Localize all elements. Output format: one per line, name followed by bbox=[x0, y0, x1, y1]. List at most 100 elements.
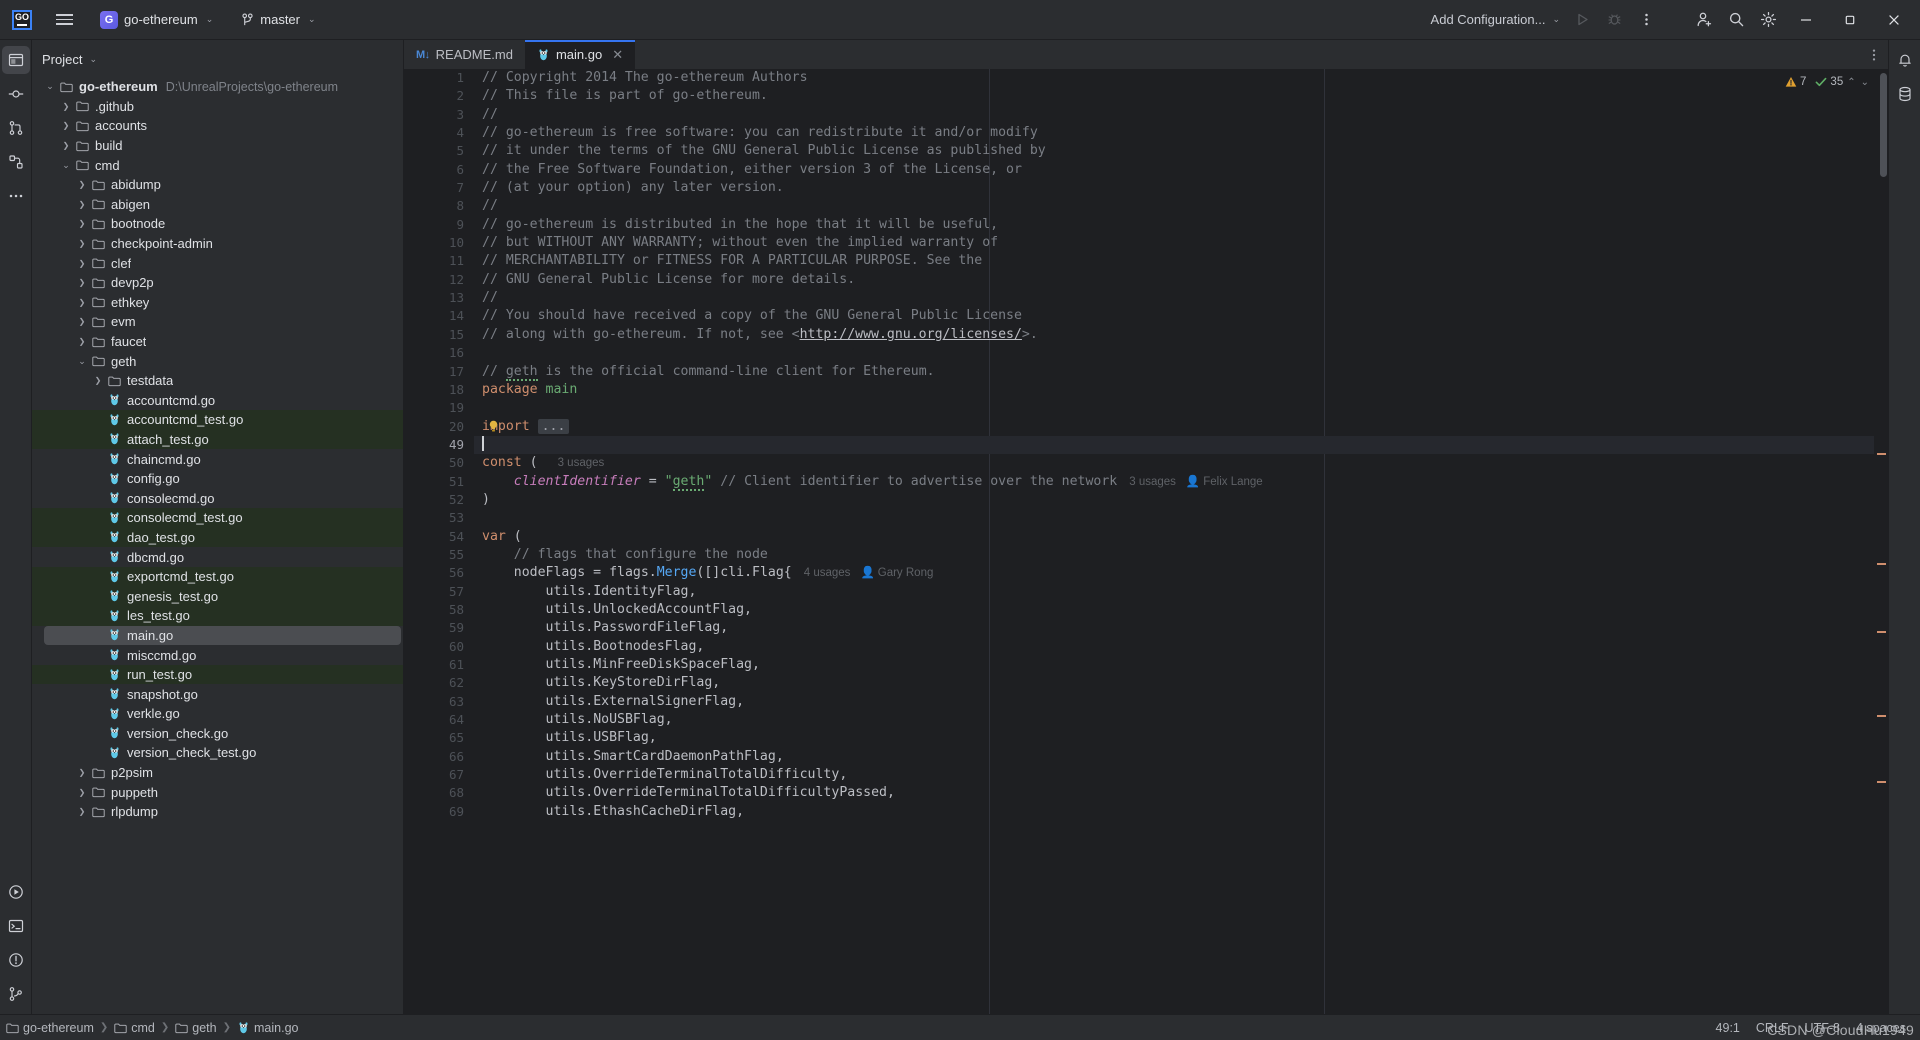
tree-file-row[interactable]: exportcmd_test.go bbox=[32, 566, 403, 587]
line-number[interactable]: 16 bbox=[416, 344, 474, 362]
breadcrumb-item[interactable]: geth bbox=[175, 1021, 217, 1035]
chevron-right-icon[interactable]: ❯ bbox=[74, 298, 90, 307]
prev-problem-icon[interactable]: ⌃ bbox=[1846, 77, 1856, 88]
tree-file-row[interactable]: version_check_test.go bbox=[32, 743, 403, 763]
tree-file-row[interactable]: consolecmd_test.go bbox=[32, 508, 403, 528]
tree-folder-row[interactable]: ⌄ go-ethereum D:\UnrealProjects\go-ethereu… bbox=[32, 77, 403, 97]
minimize-window-button[interactable] bbox=[1784, 1, 1828, 39]
tree-folder-row[interactable]: ❯ ethkey bbox=[32, 293, 403, 313]
line-number[interactable]: 58 bbox=[416, 601, 474, 619]
code-line[interactable]: utils.EthashCacheDirFlag, bbox=[474, 803, 1874, 821]
chevron-right-icon[interactable]: ❯ bbox=[74, 239, 90, 248]
chevron-right-icon[interactable]: ❯ bbox=[74, 768, 90, 777]
code-line[interactable]: // along with go-ethereum. If not, see <… bbox=[474, 326, 1874, 344]
warnings-count[interactable]: 7 bbox=[1785, 76, 1806, 88]
chevron-down-icon[interactable]: ⌄ bbox=[58, 160, 74, 171]
chevron-right-icon[interactable]: ❯ bbox=[58, 121, 74, 130]
editor-code[interactable]: // Copyright 2014 The go-ethereum Author… bbox=[474, 69, 1874, 1014]
folded-code-placeholder[interactable]: ... bbox=[537, 418, 570, 434]
line-number[interactable]: 65 bbox=[416, 729, 474, 747]
code-line[interactable]: var ( bbox=[474, 528, 1874, 546]
line-number[interactable]: 10 bbox=[416, 234, 474, 252]
line-number[interactable]: 2 bbox=[416, 87, 474, 105]
tab-options-icon[interactable] bbox=[1860, 40, 1888, 69]
line-number[interactable]: 56 bbox=[416, 564, 474, 582]
line-number[interactable]: 50 bbox=[416, 454, 474, 472]
line-number[interactable]: 12 bbox=[416, 271, 474, 289]
caret-position-label[interactable]: 49:1 bbox=[1708, 1021, 1748, 1035]
author-inlay-hint[interactable]: 👤 Felix Lange bbox=[1186, 476, 1263, 488]
tree-folder-row[interactable]: ❯ abigen bbox=[32, 195, 403, 215]
run-icon[interactable] bbox=[1567, 5, 1597, 35]
code-line[interactable]: // go-ethereum is free software: you can… bbox=[474, 124, 1874, 142]
sidebar-item-notifications[interactable] bbox=[1891, 46, 1919, 74]
code-line[interactable]: utils.IdentityFlag, bbox=[474, 583, 1874, 601]
tree-file-row[interactable]: chaincmd.go bbox=[32, 449, 403, 469]
tree-file-row[interactable]: version_check.go bbox=[32, 724, 403, 744]
editor-line-numbers[interactable]: 1234567891011121314151617181920❯49505152… bbox=[416, 69, 486, 1014]
line-number[interactable]: 51 bbox=[416, 473, 474, 491]
line-number[interactable]: 69 bbox=[416, 803, 474, 821]
line-number[interactable]: 20❯ bbox=[416, 418, 486, 436]
line-number[interactable]: 64 bbox=[416, 711, 474, 729]
code-line[interactable]: utils.SmartCardDaemonPathFlag, bbox=[474, 748, 1874, 766]
code-line[interactable]: // flags that configure the node bbox=[474, 546, 1874, 564]
tree-file-row[interactable]: misccmd.go bbox=[32, 645, 403, 665]
chevron-right-icon[interactable]: ❯ bbox=[58, 102, 74, 111]
chevron-right-icon[interactable]: ❯ bbox=[90, 376, 106, 385]
editor-scroll-thumb[interactable] bbox=[1880, 73, 1887, 177]
sidebar-item-git[interactable] bbox=[2, 980, 30, 1008]
line-number[interactable]: 61 bbox=[416, 656, 474, 674]
code-line[interactable]: // This file is part of go-ethereum. bbox=[474, 87, 1874, 105]
project-panel-header[interactable]: Project ⌄ bbox=[32, 45, 403, 73]
editor-marker-bar[interactable] bbox=[1874, 69, 1888, 1014]
chevron-right-icon[interactable]: ❯ bbox=[74, 200, 90, 209]
line-number[interactable]: 14 bbox=[416, 307, 474, 325]
code-line[interactable] bbox=[474, 435, 1874, 455]
close-window-button[interactable] bbox=[1872, 1, 1916, 39]
chevron-down-icon[interactable]: ⌄ bbox=[42, 81, 58, 92]
chevron-right-icon[interactable]: ❯ bbox=[74, 278, 90, 287]
breadcrumb-item[interactable]: go-ethereum bbox=[6, 1021, 94, 1035]
author-inlay-hint[interactable]: 👤 Gary Rong bbox=[860, 567, 933, 579]
tree-folder-row[interactable]: ❯ clef bbox=[32, 253, 403, 273]
chevron-down-icon[interactable]: ⌄ bbox=[74, 356, 90, 367]
code-line[interactable] bbox=[474, 399, 1874, 417]
code-line[interactable]: // bbox=[474, 289, 1874, 307]
line-number[interactable]: 55 bbox=[416, 546, 474, 564]
tree-file-row[interactable]: dao_test.go bbox=[32, 527, 403, 548]
line-number[interactable]: 59 bbox=[416, 619, 474, 637]
chevron-right-icon[interactable]: ❯ bbox=[74, 317, 90, 326]
code-line[interactable]: // go-ethereum is distributed in the hop… bbox=[474, 216, 1874, 234]
search-icon[interactable] bbox=[1721, 5, 1751, 35]
code-line[interactable]: utils.MinFreeDiskSpaceFlag, bbox=[474, 656, 1874, 674]
tree-folder-row[interactable]: ⌄ cmd bbox=[32, 155, 403, 175]
editor-marker[interactable] bbox=[1877, 563, 1886, 565]
ok-count[interactable]: 35 bbox=[1815, 76, 1843, 88]
more-vertical-icon[interactable] bbox=[1631, 5, 1661, 35]
tree-file-row[interactable]: genesis_test.go bbox=[32, 586, 403, 607]
chevron-right-icon[interactable]: ❯ bbox=[74, 337, 90, 346]
code-line[interactable]: import ... bbox=[474, 418, 1874, 436]
editor-tab-main-go[interactable]: main.go ✕ bbox=[524, 40, 636, 69]
code-line[interactable]: clientIdentifier = "geth" // Client iden… bbox=[474, 473, 1874, 491]
tree-file-row[interactable]: accountcmd_test.go bbox=[32, 410, 403, 430]
line-number[interactable]: 19 bbox=[416, 399, 474, 417]
main-menu-hamburger-icon[interactable] bbox=[48, 4, 80, 36]
line-number[interactable]: 53 bbox=[416, 509, 474, 527]
line-number[interactable]: 57 bbox=[416, 583, 474, 601]
editor-marker[interactable] bbox=[1877, 453, 1886, 455]
code-line[interactable]: utils.OverrideTerminalTotalDifficulty, bbox=[474, 766, 1874, 784]
tree-folder-row[interactable]: ❯ checkpoint-admin bbox=[32, 234, 403, 254]
code-line[interactable]: nodeFlags = flags.Merge([]cli.Flag{4 usa… bbox=[474, 564, 1874, 582]
chevron-right-icon[interactable]: ❯ bbox=[74, 219, 90, 228]
chevron-right-icon[interactable]: ❯ bbox=[58, 141, 74, 150]
tree-file-row[interactable]: dbcmd.go bbox=[32, 547, 403, 567]
tree-folder-row[interactable]: ❯ bootnode bbox=[32, 214, 403, 234]
line-number[interactable]: 54 bbox=[416, 528, 474, 546]
usages-inlay-hint[interactable]: 3 usages bbox=[558, 457, 605, 469]
close-tab-icon[interactable]: ✕ bbox=[612, 48, 623, 61]
next-problem-icon[interactable]: ⌄ bbox=[1860, 77, 1870, 88]
tree-file-row[interactable]: run_test.go bbox=[32, 664, 403, 685]
tree-file-row[interactable]: les_test.go bbox=[32, 606, 403, 626]
